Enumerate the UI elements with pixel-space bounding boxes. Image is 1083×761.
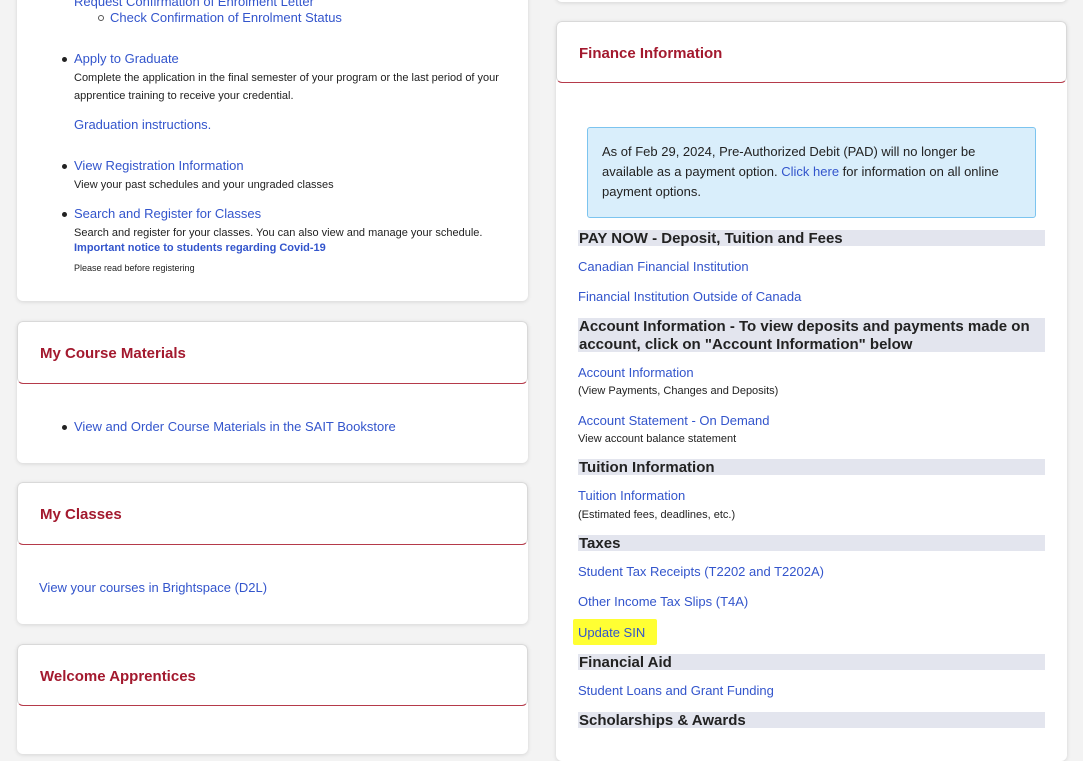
tax-slips-link[interactable]: Other Income Tax Slips (T4A): [578, 594, 748, 609]
welcome-title: Welcome Apprentices: [40, 668, 196, 685]
graduation-instructions-link[interactable]: Graduation instructions.: [74, 117, 211, 132]
account-statement-link[interactable]: Account Statement - On Demand: [578, 413, 769, 428]
tuition-sub: (Estimated fees, deadlines, etc.): [578, 509, 736, 521]
my-classes-title: My Classes: [40, 506, 122, 523]
tuition-header: Tuition Information: [578, 459, 1045, 476]
card-header: Welcome Apprentices: [17, 644, 528, 706]
list-item: Apply to Graduate: [62, 51, 179, 66]
account-statement-sub: View account balance statement: [578, 433, 737, 445]
list-item: Search and Register for Classes: [61, 206, 261, 221]
outside-fi-link[interactable]: Financial Institution Outside of Canada: [578, 289, 801, 304]
covid-notice-link[interactable]: Important notice to students regarding C…: [74, 242, 326, 254]
enrolment-card: Request Confirmation of Enrolment Letter…: [17, 0, 528, 301]
list-item: View and Order Course Materials in the S…: [62, 419, 396, 434]
apply-to-graduate-link[interactable]: Apply to Graduate: [74, 51, 179, 66]
bookstore-link[interactable]: View and Order Course Materials in the S…: [74, 419, 396, 434]
search-register-link[interactable]: Search and Register for Classes: [74, 206, 261, 221]
card-header: My Course Materials: [17, 321, 528, 384]
list-item: View Registration Information: [62, 158, 244, 173]
student-loans-link[interactable]: Student Loans and Grant Funding: [578, 683, 774, 698]
account-info-link[interactable]: Account Information: [578, 365, 694, 380]
card-header: My Classes: [17, 482, 528, 545]
financial-aid-header: Financial Aid: [578, 654, 1045, 671]
pad-notice: As of Feb 29, 2024, Pre-Authorized Debit…: [587, 127, 1036, 218]
scholarships-header: Scholarships & Awards: [578, 712, 1045, 729]
check-enrolment-status-link[interactable]: Check Confirmation of Enrolment Status: [110, 10, 342, 25]
course-materials-card: My Course Materials View and Order Cours…: [17, 321, 528, 463]
my-classes-card: My Classes View your courses in Brightsp…: [17, 482, 528, 624]
welcome-card: Welcome Apprentices: [17, 644, 528, 754]
click-here-link[interactable]: Click here: [781, 164, 839, 179]
previous-card: [556, 0, 1067, 2]
covid-notice-sub: Please read before registering: [74, 263, 195, 273]
search-register-description: Search and register for your classes. Yo…: [74, 227, 483, 239]
account-info-header: Account Information - To view deposits a…: [578, 318, 1045, 353]
card-header: Finance Information: [556, 21, 1067, 83]
course-materials-title: My Course Materials: [40, 345, 186, 362]
account-info-sub: (View Payments, Changes and Deposits): [578, 385, 779, 397]
tax-receipts-link[interactable]: Student Tax Receipts (T2202 and T2202A): [578, 564, 824, 579]
update-sin-link[interactable]: Update SIN: [578, 625, 645, 640]
taxes-header: Taxes: [578, 535, 1045, 552]
finance-title: Finance Information: [579, 45, 723, 62]
canadian-fi-link[interactable]: Canadian Financial Institution: [578, 259, 749, 274]
view-registration-description: View your past schedules and your ungrad…: [74, 179, 334, 191]
tuition-info-link[interactable]: Tuition Information: [578, 488, 685, 503]
circle-bullet-icon: [98, 15, 104, 21]
view-registration-link[interactable]: View Registration Information: [74, 158, 244, 173]
pay-now-header: PAY NOW - Deposit, Tuition and Fees: [578, 230, 1045, 247]
brightspace-link[interactable]: View your courses in Brightspace (D2L): [39, 580, 267, 595]
apply-description: Complete the application in the final se…: [74, 72, 499, 102]
request-enrolment-letter-link[interactable]: Request Confirmation of Enrolment Letter: [74, 0, 314, 9]
